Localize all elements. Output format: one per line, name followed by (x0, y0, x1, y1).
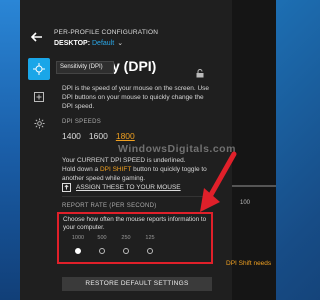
dpi-speed-option[interactable]: 1400 (62, 131, 81, 141)
profile-prefix: DESKTOP: (54, 40, 91, 47)
note-line1: Your CURRENT DPI SPEED is underlined. (62, 157, 186, 164)
dpi-speeds-list: 1400 1600 1800 (62, 131, 135, 141)
divider (62, 196, 212, 197)
dpi-shift-note: DPI Shift needs (226, 260, 272, 267)
dpi-speed-option[interactable]: 1600 (89, 131, 108, 141)
radio-125[interactable] (147, 248, 153, 254)
report-rate-description: Choose how often the mouse reports infor… (63, 216, 207, 231)
panel-title: y (DPI) (112, 58, 157, 74)
sidebar-item-settings[interactable] (28, 112, 50, 134)
dpi-note: Your CURRENT DPI SPEED is underlined. Ho… (62, 156, 212, 183)
back-arrow-icon[interactable] (30, 30, 44, 44)
lock-icon[interactable] (196, 65, 204, 83)
page-title: PER-PROFILE CONFIGURATION (54, 29, 159, 36)
rate-option-label: 125 (145, 235, 155, 241)
dpi-speed-current[interactable]: 1800 (116, 131, 135, 141)
rate-option-label: 1000 (71, 235, 85, 241)
dpi-description: DPI is the speed of your mouse on the sc… (62, 85, 210, 110)
note-line2-pre: Hold down a (62, 166, 100, 173)
note-highlight: DPI SHIFT (99, 166, 132, 173)
report-rate-options: 1000 500 250 125 (66, 235, 162, 241)
assign-label: ASSIGN THESE TO YOUR MOUSE (76, 184, 181, 191)
rate-option-label: 500 (97, 235, 107, 241)
radio-250[interactable] (123, 248, 129, 254)
chevron-down-icon: ⌄ (117, 40, 124, 47)
gear-icon (33, 117, 45, 129)
restore-defaults-button[interactable]: RESTORE DEFAULT SETTINGS (62, 277, 212, 291)
sidebar-item-buttons[interactable] (28, 86, 50, 108)
annotation-arrow (196, 150, 240, 221)
assign-to-mouse-link[interactable]: ASSIGN THESE TO YOUR MOUSE (62, 183, 181, 192)
report-rate-radios (66, 248, 162, 254)
desktop-background (0, 0, 20, 300)
rate-option-label: 250 (121, 235, 131, 241)
plus-square-icon (34, 92, 44, 102)
profile-value: Default (92, 40, 115, 47)
crosshair-icon (33, 63, 45, 75)
upload-icon (62, 183, 71, 192)
tooltip-sensitivity: Sensitivity (DPI) (56, 61, 114, 74)
radio-1000[interactable] (75, 248, 81, 254)
report-rate-label: REPORT RATE (PER SECOND) (62, 203, 157, 209)
sidebar-item-sensitivity[interactable] (28, 58, 50, 80)
dpi-speeds-label: DPI SPEEDS (62, 119, 102, 125)
radio-500[interactable] (99, 248, 105, 254)
slider-value: 100 (240, 200, 251, 206)
profile-selector[interactable]: DESKTOP: Default ⌄ (54, 39, 123, 47)
